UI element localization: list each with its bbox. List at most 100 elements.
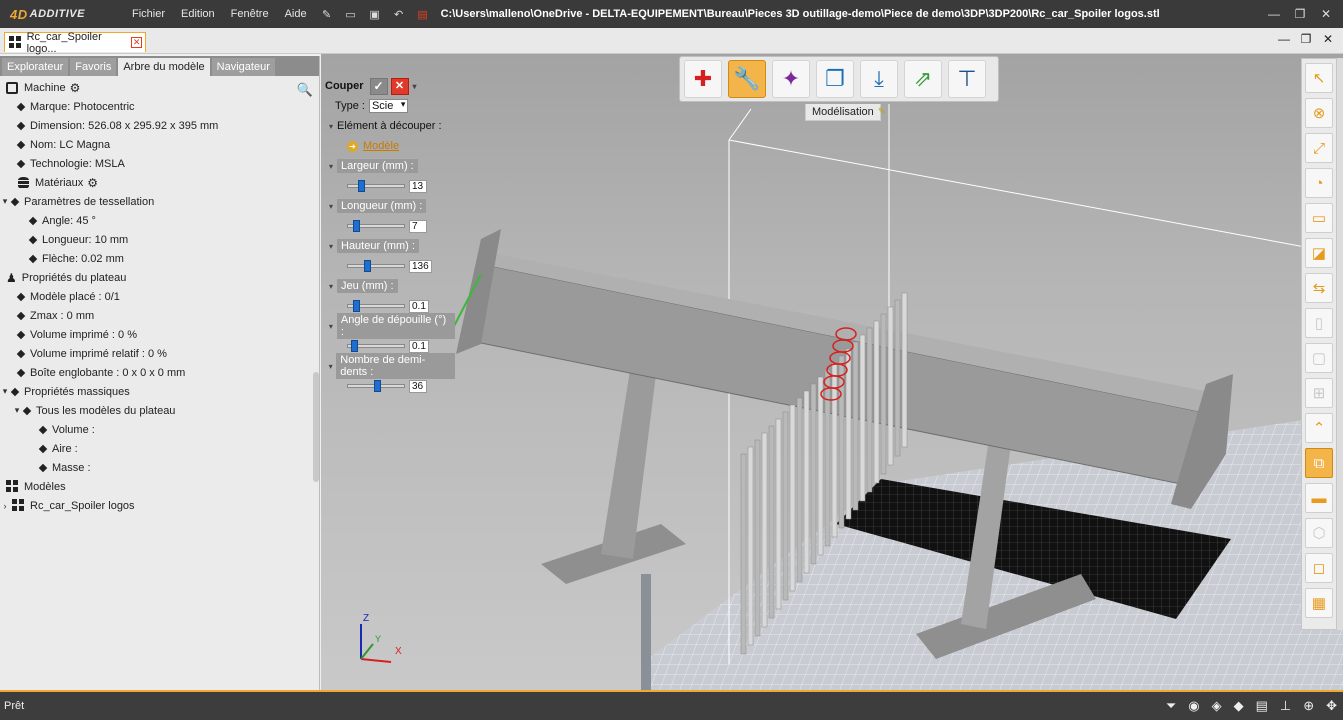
minimize-icon[interactable]: — [1261, 7, 1287, 21]
tab-explorateur[interactable]: Explorateur [2, 58, 69, 76]
confirm-button[interactable]: ✓ [369, 77, 388, 95]
panel-menu-icon[interactable]: ▾ [413, 82, 417, 91]
tree-item[interactable]: Machine ⚙ [0, 78, 319, 97]
collapse-icon[interactable]: ▾ [325, 162, 337, 171]
restore-icon[interactable]: ❐ [1287, 7, 1313, 21]
close-icon[interactable]: ✕ [1313, 7, 1339, 21]
render-icon[interactable]: ◆ [1234, 698, 1244, 714]
tab-arbre-du-modele[interactable]: Arbre du modèle [118, 58, 210, 76]
close-tab-icon[interactable]: ✕ [131, 37, 142, 48]
collapse-icon[interactable]: › [0, 501, 10, 511]
tree-item[interactable]: Technologie: MSLA [0, 154, 319, 173]
slider-thumb[interactable] [363, 260, 371, 272]
param-slider[interactable] [347, 260, 405, 272]
scene-canvas[interactable]: Z X Y [321, 54, 1343, 690]
move-button[interactable]: ⇆ [1305, 273, 1333, 303]
type-select[interactable]: Scie [368, 99, 409, 113]
tree-item[interactable]: Masse : [0, 458, 319, 477]
export-button[interactable]: ⇗ [904, 60, 942, 98]
open-folder-icon[interactable]: ▭ [343, 6, 359, 22]
magic-button[interactable]: ✦ [772, 60, 810, 98]
param-value-input[interactable]: 0.1 [409, 299, 429, 313]
tree-item[interactable]: Modèles [0, 477, 319, 496]
param-header[interactable]: ▾ Nombre de demi-dents : [325, 353, 455, 379]
scale-button[interactable]: ⤢ [1305, 133, 1333, 163]
tree-item[interactable]: Longueur: 10 mm [0, 230, 319, 249]
tree-item[interactable]: Volume imprimé : 0 % [0, 325, 319, 344]
param-header[interactable]: ▾ Angle de dépouille (°) : [325, 313, 455, 339]
plateau-button[interactable]: ▬ [1305, 483, 1333, 513]
tree-item[interactable]: Volume : [0, 420, 319, 439]
cancel-circle-button[interactable]: ⊗ [1305, 98, 1333, 128]
doc-minimize-icon[interactable]: — [1273, 32, 1295, 46]
doc-close-icon[interactable]: ✕ [1317, 32, 1339, 46]
menu-edition[interactable]: Edition [173, 8, 223, 20]
split-button[interactable]: ▯ [1305, 308, 1333, 338]
tree-item[interactable]: Nom: LC Magna [0, 135, 319, 154]
slider-thumb[interactable] [374, 380, 381, 392]
right-toolbar-scrollbar[interactable] [1337, 58, 1343, 630]
element-model-link[interactable]: ➜ Modèle [347, 140, 399, 152]
param-value-input[interactable]: 7 [409, 219, 427, 233]
cancel-button[interactable]: ✕ [390, 77, 409, 95]
tree-item[interactable]: Dimension: 526.08 x 295.92 x 395 mm [0, 116, 319, 135]
param-value-input[interactable]: 136 [409, 259, 432, 273]
toolbar-pin-icon[interactable]: ✎ [878, 106, 886, 117]
collapse-icon[interactable]: ▾ [325, 122, 337, 131]
tree-item[interactable]: Flèche: 0.02 mm [0, 249, 319, 268]
measure-button[interactable]: ⊤ [948, 60, 986, 98]
undo-icon[interactable]: ↶ [391, 6, 407, 22]
arrange-button[interactable]: ⊞ [1305, 378, 1333, 408]
cut-button[interactable]: ⧉ [1305, 448, 1333, 478]
param-value-input[interactable]: 0.1 [409, 339, 429, 353]
tree-item[interactable]: ▾ Propriétés massiques [0, 382, 319, 401]
collapse-icon[interactable]: ▾ [325, 362, 336, 371]
tree-item[interactable]: Aire : [0, 439, 319, 458]
slider-thumb[interactable] [353, 300, 361, 312]
param-slider[interactable] [347, 340, 405, 352]
tree-item[interactable]: Matériaux ⚙ [0, 173, 319, 192]
menu-fenetre[interactable]: Fenêtre [223, 8, 277, 20]
collapse-icon[interactable]: ▾ [325, 282, 337, 291]
move-view-icon[interactable]: ✥ [1326, 698, 1337, 714]
cube-icon[interactable]: ◈ [1212, 698, 1222, 714]
box-button[interactable]: ◻ [1305, 553, 1333, 583]
param-value-input[interactable]: 36 [409, 379, 427, 393]
save-icon[interactable]: ▣ [367, 6, 383, 22]
expand-icon[interactable]: ▾ [0, 386, 10, 397]
collapse-icon[interactable]: ▾ [325, 242, 337, 251]
tree-item[interactable]: › Rc_car_Spoiler logos [0, 496, 319, 515]
hollow-button[interactable]: ⬡ [1305, 518, 1333, 548]
param-slider[interactable] [347, 180, 405, 192]
frame-button[interactable]: ▭ [1305, 203, 1333, 233]
slider-thumb[interactable] [353, 220, 361, 232]
param-header[interactable]: ▾ Jeu (mm) : [325, 276, 455, 296]
import-button[interactable]: ⤓ [860, 60, 898, 98]
tree-item[interactable]: Zmax : 0 mm [0, 306, 319, 325]
3d-viewport[interactable]: Z X Y Couper ✓ ✕ ▾ Type : Scie ▾ Elément… [321, 54, 1343, 690]
filter-icon[interactable]: ⏷ [1166, 698, 1176, 714]
doc-restore-icon[interactable]: ❐ [1295, 32, 1317, 46]
tree-item[interactable]: Modèle placé : 0/1 [0, 287, 319, 306]
tree-item[interactable]: Volume imprimé relatif : 0 % [0, 344, 319, 363]
settings-gear-icon[interactable]: ⚙ [70, 81, 81, 95]
expand-icon[interactable]: ▾ [0, 196, 10, 207]
tree-item[interactable]: ▾ Paramètres de tessellation [0, 192, 319, 211]
param-slider[interactable] [347, 300, 405, 312]
panel-resize-handle[interactable] [313, 372, 319, 482]
param-header[interactable]: ▾ Largeur (mm) : [325, 156, 455, 176]
page-icon[interactable]: ▤ [1256, 698, 1268, 714]
param-header[interactable]: ▾ Longueur (mm) : [325, 196, 455, 216]
tab-navigateur[interactable]: Navigateur [211, 58, 275, 76]
element-section[interactable]: ▾ Elément à découper : [325, 116, 455, 136]
tree-item[interactable]: Boîte englobante : 0 x 0 x 0 mm [0, 363, 319, 382]
grid-button[interactable]: ▦ [1305, 588, 1333, 618]
param-header[interactable]: ▾ Hauteur (mm) : [325, 236, 455, 256]
menu-fichier[interactable]: Fichier [124, 8, 173, 20]
tree-item[interactable]: Angle: 45 ° [0, 211, 319, 230]
pin-icon[interactable]: ✎ [319, 6, 335, 22]
param-slider[interactable] [347, 220, 405, 232]
support-button[interactable]: ⌃ [1305, 413, 1333, 443]
slider-thumb[interactable] [358, 180, 366, 192]
settings-gear-icon[interactable]: ⚙ [87, 176, 98, 190]
